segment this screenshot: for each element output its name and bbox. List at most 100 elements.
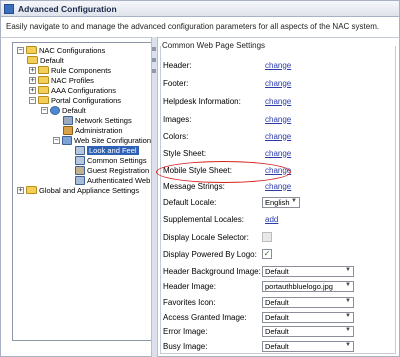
tree-node-nac-configurations[interactable]: − NAC Configurations (17, 45, 105, 55)
setting-row-colors: Colors: change (163, 130, 291, 142)
setting-label: Images: (163, 114, 192, 124)
panel-title: Common Web Page Settings (162, 41, 266, 50)
tree-node-authenticated-web[interactable]: Authenticated Web (75, 175, 150, 185)
tree-node-portal-configurations[interactable]: − Portal Configurations (29, 95, 121, 105)
tree-node-global-appliance-settings[interactable]: + Global and Appliance Settings (17, 185, 139, 195)
setting-row-busy-image: Busy Image: (163, 340, 265, 352)
change-style-sheet-link[interactable]: change (265, 149, 291, 158)
tree-node-network-settings[interactable]: Network Settings (63, 115, 132, 125)
setting-label: Helpdesk Information: (163, 96, 241, 106)
tree-node-label: Authenticated Web (87, 175, 151, 185)
look-feel-icon (75, 145, 85, 155)
tree-node-common-settings[interactable]: Common Settings (75, 155, 147, 165)
description: Easily navigate to and manage the advanc… (0, 17, 400, 37)
error-image-select[interactable]: Default ▼ (262, 326, 354, 337)
splitter-grip-icon[interactable] (152, 58, 156, 62)
tree-node-label: NAC Configurations (39, 45, 106, 55)
folder-icon (26, 46, 37, 54)
tree-node-label: NAC Profiles (51, 75, 94, 85)
tree-node-administration[interactable]: Administration (63, 125, 123, 135)
app-icon (4, 3, 14, 14)
expand-icon[interactable]: + (29, 66, 36, 74)
setting-label: Display Locale Selector: (163, 232, 249, 242)
setting-row-footer: Footer: change (163, 77, 291, 89)
setting-row-favorites-icon: Favorites Icon: (163, 296, 265, 308)
splitter-grip-icon[interactable] (152, 47, 156, 51)
setting-row-error-image: Error Image: (163, 325, 265, 337)
tree-node-portal-default[interactable]: − Default (41, 105, 86, 115)
setting-label: Access Granted Image: (163, 312, 247, 322)
expand-icon[interactable]: + (17, 186, 24, 194)
expand-icon[interactable]: + (29, 86, 36, 94)
globe-icon (50, 105, 60, 115)
navigation-tree[interactable]: − NAC Configurations Default + Rule Comp… (12, 42, 155, 341)
header-image-select[interactable]: portauthbluelogo.jpg ▼ (262, 281, 354, 292)
select-value: Default (265, 267, 289, 276)
setting-row-powered-by-logo: Display Powered By Logo: (163, 248, 265, 260)
collapse-icon[interactable]: − (17, 46, 24, 54)
select-value: portauthbluelogo.jpg (265, 282, 333, 291)
tree-node-guest-registration[interactable]: Guest Registration (75, 165, 149, 175)
select-value: Default (265, 298, 289, 307)
tree-node-label: Guest Registration (87, 165, 150, 175)
website-icon (62, 135, 72, 145)
tree-node-default[interactable]: Default (27, 55, 64, 65)
change-images-link[interactable]: change (265, 115, 291, 124)
setting-label: Footer: (163, 78, 189, 88)
change-header-link[interactable]: change (265, 61, 291, 70)
tree-node-aaa-configurations[interactable]: + AAA Configurations (29, 85, 116, 95)
setting-row-header-image: Header Image: (163, 280, 265, 292)
highlight-oval (156, 161, 291, 183)
collapse-icon[interactable]: − (41, 106, 48, 114)
chevron-down-icon: ▼ (291, 198, 297, 204)
chevron-down-icon: ▼ (345, 313, 351, 319)
tree-node-label: Global and Appliance Settings (39, 185, 140, 195)
splitter-grip-icon[interactable] (152, 69, 156, 73)
tree-node-rule-components[interactable]: + Rule Components (29, 65, 111, 75)
user-icon (75, 175, 85, 185)
admin-icon (63, 125, 73, 135)
favorites-icon-select[interactable]: Default ▼ (262, 297, 354, 308)
tree-node-nac-profiles[interactable]: + NAC Profiles (29, 75, 94, 85)
setting-row-images: Images: change (163, 113, 291, 125)
tree-node-web-site-configuration[interactable]: − Web Site Configuration (53, 135, 151, 145)
access-granted-image-select[interactable]: Default ▼ (262, 312, 354, 323)
network-icon (63, 115, 73, 125)
select-value: Default (265, 342, 289, 351)
setting-row-header-bg-image: Header Background Image: (163, 265, 265, 277)
tree-node-label: Common Settings (87, 155, 147, 165)
display-locale-selector-checkbox[interactable] (262, 232, 272, 242)
select-value: Default (265, 313, 289, 322)
busy-image-select[interactable]: Default ▼ (262, 341, 354, 352)
change-footer-link[interactable]: change (265, 79, 291, 88)
setting-row-default-locale: Default Locale: (163, 196, 265, 208)
tree-node-label: Look and Feel (87, 145, 139, 155)
setting-label: Error Image: (163, 326, 208, 336)
setting-row-helpdesk: Helpdesk Information: change (163, 95, 291, 107)
powered-by-logo-checkbox[interactable]: ✓ (262, 249, 272, 259)
change-helpdesk-link[interactable]: change (265, 97, 291, 106)
header-background-image-select[interactable]: Default ▼ (262, 266, 354, 277)
default-locale-select[interactable]: English ▼ (262, 197, 300, 208)
folder-icon (26, 186, 37, 194)
setting-row-style-sheet: Style Sheet: change (163, 147, 291, 159)
setting-label: Colors: (163, 131, 189, 141)
tree-node-label: Portal Configurations (51, 95, 122, 105)
change-colors-link[interactable]: change (265, 132, 291, 141)
change-message-strings-link[interactable]: change (265, 182, 291, 191)
splitter[interactable] (151, 37, 158, 357)
setting-label: Style Sheet: (163, 148, 207, 158)
window-title: Advanced Configuration (18, 3, 117, 14)
expand-icon[interactable]: + (29, 76, 36, 84)
add-locale-link[interactable]: add (265, 215, 278, 224)
setting-row-display-locale-selector: Display Locale Selector: (163, 231, 265, 243)
tree-node-label: Default (62, 105, 86, 115)
collapse-icon[interactable]: − (53, 136, 60, 144)
tree-node-label: Web Site Configuration (74, 135, 151, 145)
setting-label: Supplemental Locales: (163, 214, 244, 224)
setting-label: Header Background Image: (163, 266, 261, 276)
tree-node-look-and-feel[interactable]: Look and Feel (75, 145, 139, 155)
chevron-down-icon: ▼ (345, 327, 351, 333)
collapse-icon[interactable]: − (29, 96, 36, 104)
setting-label: Favorites Icon: (163, 297, 216, 307)
